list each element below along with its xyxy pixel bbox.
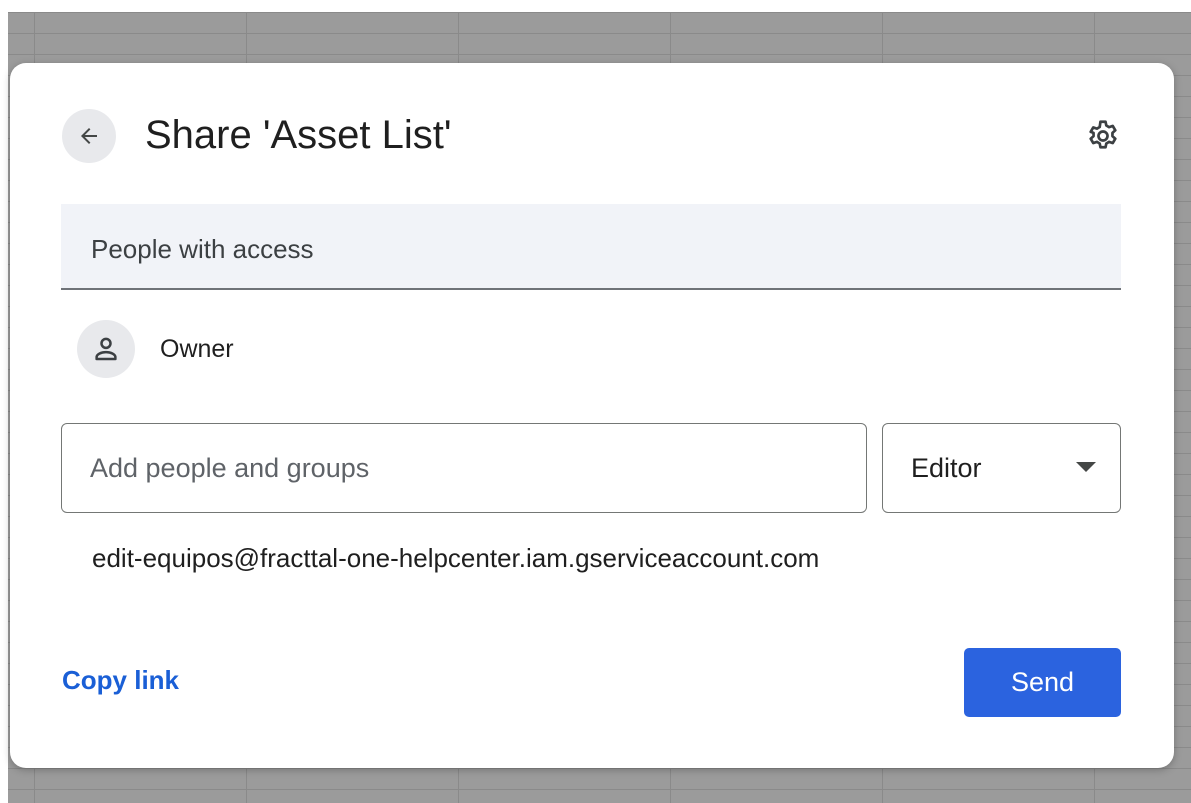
settings-button[interactable]: [1082, 115, 1124, 157]
owner-row[interactable]: Owner: [77, 320, 234, 378]
send-button[interactable]: Send: [964, 648, 1121, 717]
copy-link-button[interactable]: Copy link: [62, 665, 179, 696]
back-button[interactable]: [62, 109, 116, 163]
role-dropdown[interactable]: Editor: [882, 423, 1121, 513]
people-with-access-label: People with access: [91, 234, 314, 264]
owner-label: Owner: [160, 334, 234, 363]
caret-down-icon: [1076, 462, 1096, 472]
people-with-access-header: People with access: [61, 204, 1121, 290]
gear-icon: [1089, 120, 1117, 149]
avatar: [77, 320, 135, 378]
dialog-title: Share 'Asset List': [145, 113, 452, 157]
share-dialog: Share 'Asset List' People with access Ow…: [10, 63, 1174, 768]
add-people-input[interactable]: [61, 423, 867, 513]
suggested-email[interactable]: edit-equipos@fracttal-one-helpcenter.iam…: [92, 543, 819, 574]
person-icon: [95, 337, 117, 361]
role-selected-label: Editor: [911, 452, 982, 483]
arrow-left-icon: [81, 128, 97, 144]
